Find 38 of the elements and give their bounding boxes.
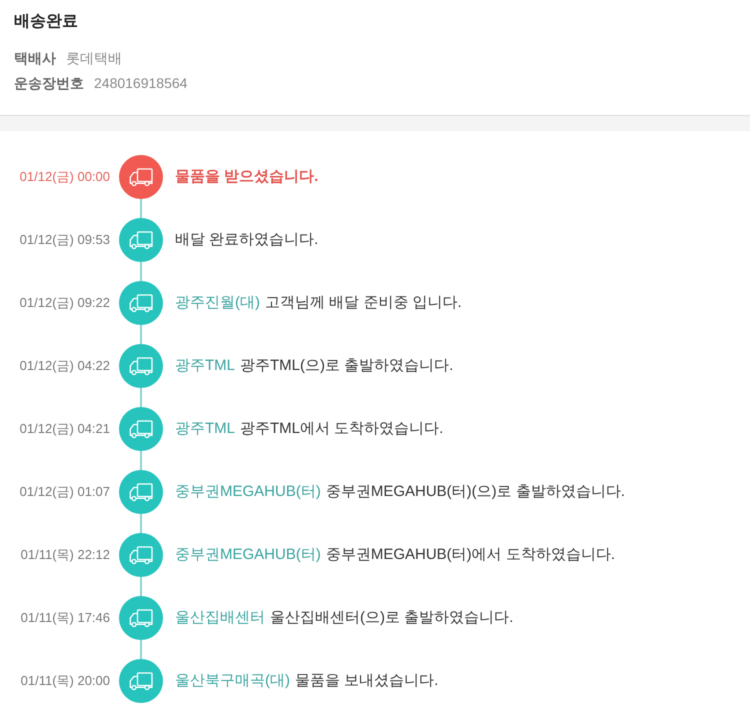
event-time: 01/11(목) 22:12 [20, 546, 110, 564]
event-time: 01/11(목) 20:00 [20, 672, 110, 690]
event-message: 중부권MEGAHUB(터)에서 도착하였습니다. [326, 545, 616, 565]
location-text: 중부권MEGAHUB(터) [175, 482, 321, 502]
event-message: 물품을 받으셨습니다. [175, 167, 318, 187]
info-label: 택배사 [14, 49, 56, 68]
info-value: 롯데택배 [66, 49, 122, 68]
location-text: 광주TML [175, 356, 235, 376]
timeline-connector [140, 577, 142, 596]
info-label: 운송장번호 [14, 74, 84, 93]
timeline-connector [140, 514, 142, 533]
event-message: 울산집배센터(으)로 출발하였습니다. [270, 608, 514, 628]
timeline-connector [140, 640, 142, 659]
event-message: 고객님께 배달 준비중 입니다. [265, 293, 462, 313]
event-message: 배달 완료하였습니다. [175, 230, 318, 250]
timeline-connector [140, 388, 142, 407]
event-time: 01/12(금) 01:07 [18, 483, 110, 501]
event-message: 광주TML에서 도착하였습니다. [240, 419, 444, 439]
event-time: 01/11(목) 17:46 [20, 609, 110, 627]
event-time: 01/12(금) 00:00 [18, 168, 110, 186]
location-text: 광주TML [175, 419, 235, 439]
event-message: 물품을 보내셨습니다. [295, 671, 438, 691]
event-time: 01/12(금) 09:22 [18, 294, 110, 312]
event-time: 01/12(금) 04:22 [18, 357, 110, 375]
timeline-connector [140, 325, 142, 344]
event-message: 중부권MEGAHUB(터)(으)로 출발하였습니다. [326, 482, 626, 502]
timeline-connector [140, 199, 142, 218]
info-value: 248016918564 [94, 74, 188, 93]
event-time: 01/12(금) 04:21 [18, 420, 110, 438]
location-text: 중부권MEGAHUB(터) [175, 545, 321, 565]
event-time: 01/12(금) 09:53 [18, 231, 110, 249]
page-title: 배송완료 [14, 12, 79, 32]
location-text: 울산집배센터 [175, 608, 265, 628]
timeline-connector [140, 262, 142, 281]
timeline-connector [140, 451, 142, 470]
location-text: 광주진월(대) [175, 293, 260, 313]
location-text: 울산북구매곡(대) [175, 671, 290, 691]
event-message: 광주TML(으)로 출발하였습니다. [240, 356, 454, 376]
